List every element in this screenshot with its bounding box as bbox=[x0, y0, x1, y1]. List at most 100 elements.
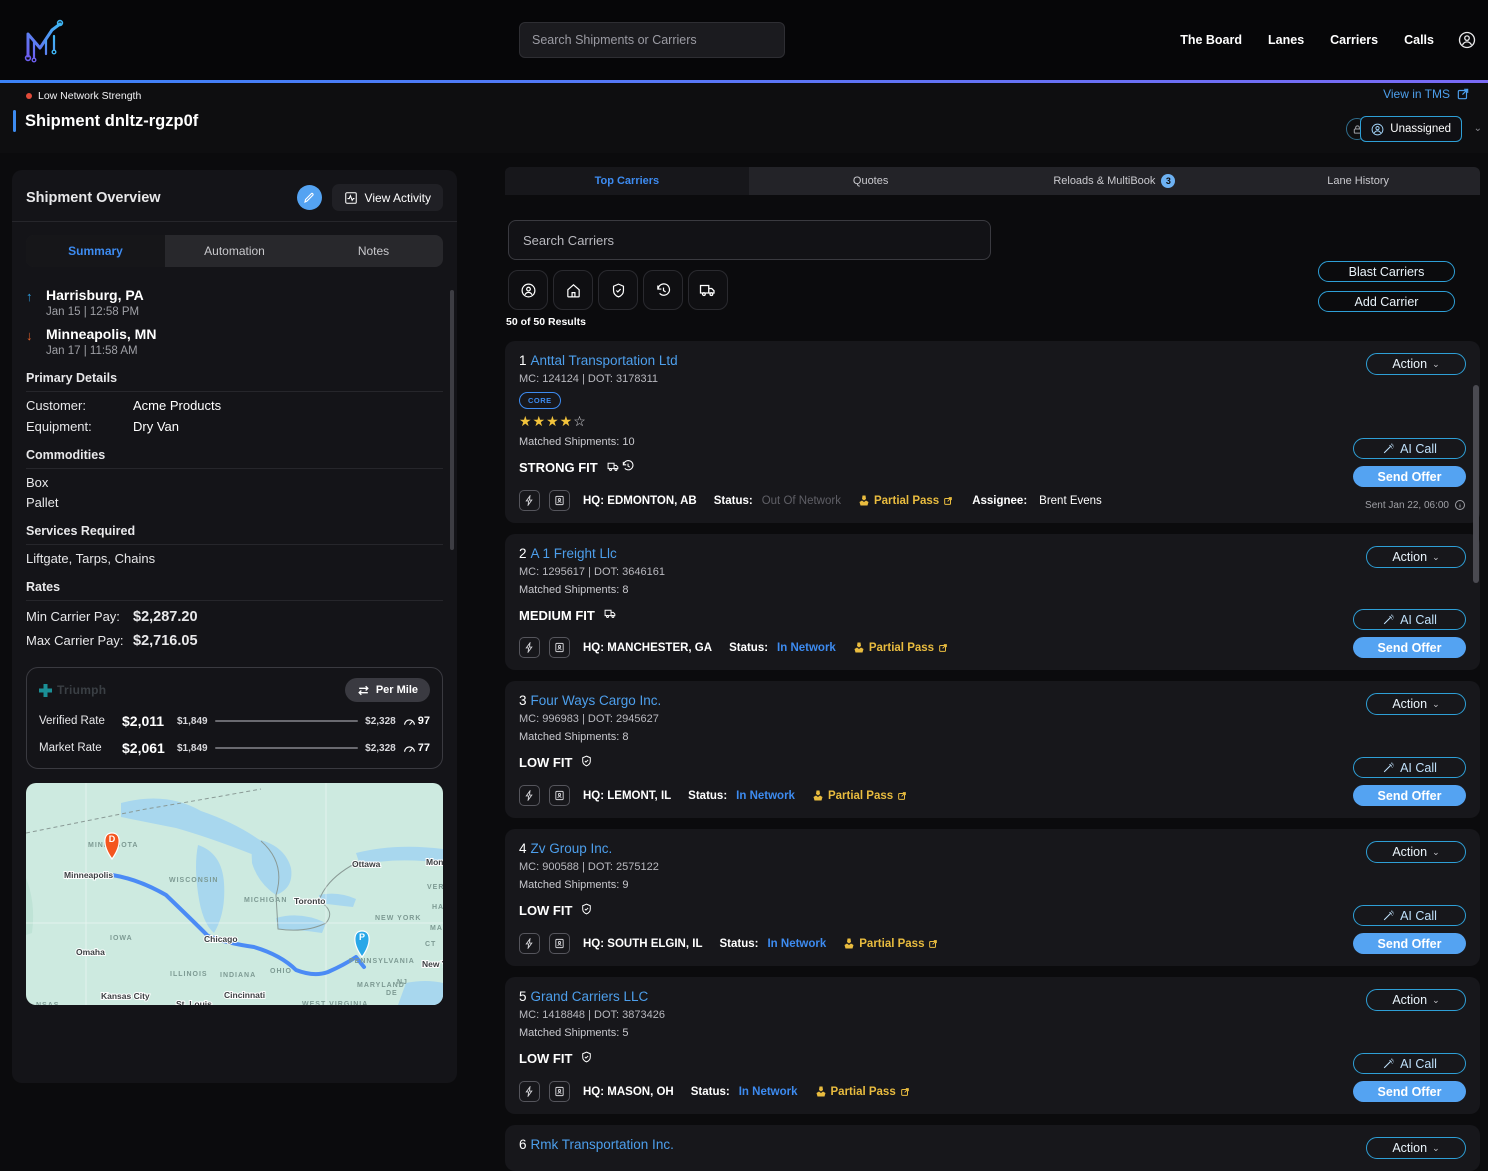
fit-label: LOW FIT bbox=[519, 1051, 572, 1066]
view-activity-button[interactable]: View Activity bbox=[332, 184, 443, 211]
highway-verification[interactable]: Partial Pass bbox=[812, 790, 907, 802]
nav-the-board[interactable]: The Board bbox=[1180, 33, 1242, 47]
per-mile-toggle[interactable]: Per Mile bbox=[345, 678, 430, 702]
highway-verification[interactable]: Partial Pass bbox=[815, 1086, 910, 1098]
equipment-row: Equipment: Dry Van bbox=[26, 419, 443, 434]
title-accent-bar bbox=[13, 110, 16, 132]
tab-notes[interactable]: Notes bbox=[304, 235, 443, 267]
carrier-name-link[interactable]: Zv Group Inc. bbox=[531, 841, 613, 856]
highway-verification[interactable]: Partial Pass bbox=[858, 495, 953, 507]
ai-call-button[interactable]: AI Call bbox=[1353, 609, 1466, 630]
ai-call-button[interactable]: AI Call bbox=[1353, 905, 1466, 926]
action-button[interactable]: Action⌄ bbox=[1366, 989, 1466, 1011]
profile-icon[interactable] bbox=[1458, 31, 1476, 49]
contact-card-icon[interactable] bbox=[549, 1081, 570, 1102]
shipment-header: Low Network Strength Shipment dnltz-rgzp… bbox=[0, 83, 1488, 153]
action-button[interactable]: Action⌄ bbox=[1366, 546, 1466, 568]
contact-card-icon[interactable] bbox=[549, 490, 570, 511]
main-scrollbar[interactable] bbox=[1473, 385, 1479, 583]
sent-timestamp: Sent Jan 22, 06:00 bbox=[1365, 500, 1449, 511]
bolt-icon[interactable] bbox=[519, 785, 540, 806]
carrier-name-link[interactable]: Four Ways Cargo Inc. bbox=[531, 693, 662, 708]
chevron-down-icon[interactable]: ⌄ bbox=[1474, 123, 1482, 134]
max-carrier-pay-row: Max Carrier Pay: $2,716.05 bbox=[26, 631, 443, 651]
carrier-search-input[interactable] bbox=[508, 220, 991, 260]
network-strength-alert: Low Network Strength bbox=[38, 90, 141, 102]
matched-shipments: Matched Shipments: 5 bbox=[519, 1027, 1353, 1039]
view-in-tms-link[interactable]: View in TMS bbox=[1383, 87, 1470, 101]
pickup-city: Harrisburg, PA bbox=[46, 287, 144, 303]
highway-icon bbox=[843, 938, 855, 949]
contact-card-icon[interactable] bbox=[549, 785, 570, 806]
carrier-hq: HQ: MASON, OH bbox=[583, 1086, 674, 1098]
pickup-time: Jan 15 | 12:58 PM bbox=[46, 306, 144, 318]
ai-call-button[interactable]: AI Call bbox=[1353, 1053, 1466, 1074]
nav-carriers[interactable]: Carriers bbox=[1330, 33, 1378, 47]
assignee-unassigned-button[interactable]: Unassigned bbox=[1360, 116, 1462, 142]
tab-automation[interactable]: Automation bbox=[165, 235, 304, 267]
tab-lane-history[interactable]: Lane History bbox=[1236, 167, 1480, 195]
assignee-value: Brent Evens bbox=[1039, 495, 1102, 507]
action-button[interactable]: Action⌄ bbox=[1366, 841, 1466, 863]
carrier-card: 1Anttal Transportation Ltd MC: 124124 | … bbox=[505, 341, 1480, 523]
tab-top-carriers[interactable]: Top Carriers bbox=[505, 167, 749, 195]
carrier-list: 1Anttal Transportation Ltd MC: 124124 | … bbox=[505, 341, 1480, 1171]
send-offer-button[interactable]: Send Offer bbox=[1353, 785, 1466, 806]
action-button[interactable]: Action⌄ bbox=[1366, 1137, 1466, 1159]
bolt-icon[interactable] bbox=[519, 490, 540, 511]
map-state-label: NEW YORK bbox=[375, 915, 421, 922]
edit-shipment-button[interactable] bbox=[297, 185, 322, 210]
tab-summary[interactable]: Summary bbox=[26, 235, 165, 267]
carrier-filter-row bbox=[508, 270, 728, 310]
route-map[interactable]: MINNESOTAWISCONSINMICHIGANIOWAILLINOISIN… bbox=[26, 783, 443, 1005]
commodity-item: Pallet bbox=[26, 495, 443, 510]
pencil-icon bbox=[303, 192, 315, 204]
magic-wand-icon bbox=[1382, 909, 1395, 922]
add-carrier-button[interactable]: Add Carrier bbox=[1318, 291, 1455, 312]
contact-card-icon[interactable] bbox=[549, 637, 570, 658]
tab-reloads-multibook[interactable]: Reloads & MultiBook 3 bbox=[993, 167, 1237, 195]
action-button[interactable]: Action⌄ bbox=[1366, 693, 1466, 715]
highway-verification[interactable]: Partial Pass bbox=[843, 938, 938, 950]
send-offer-button[interactable]: Send Offer bbox=[1353, 1081, 1466, 1102]
info-icon[interactable] bbox=[1454, 499, 1466, 511]
carrier-name-link[interactable]: A 1 Freight Llc bbox=[531, 546, 617, 561]
nav-calls[interactable]: Calls bbox=[1404, 33, 1434, 47]
ai-call-button[interactable]: AI Call bbox=[1353, 757, 1466, 778]
carrier-hq: HQ: LEMONT, IL bbox=[583, 790, 671, 802]
home-icon[interactable] bbox=[553, 270, 593, 310]
blast-carriers-button[interactable]: Blast Carriers bbox=[1318, 261, 1455, 282]
contact-card-icon[interactable] bbox=[549, 933, 570, 954]
alert-dot-icon bbox=[26, 93, 32, 99]
highway-verification[interactable]: Partial Pass bbox=[853, 642, 948, 654]
bolt-icon[interactable] bbox=[519, 1081, 540, 1102]
shield-check-icon bbox=[580, 1050, 593, 1064]
sidebar-scrollbar[interactable] bbox=[450, 290, 454, 550]
status-value: In Network bbox=[777, 642, 836, 654]
shield-check-icon bbox=[580, 902, 593, 916]
carrier-name-link[interactable]: Rmk Transportation Inc. bbox=[531, 1137, 674, 1152]
send-offer-button[interactable]: Send Offer bbox=[1353, 637, 1466, 658]
action-button[interactable]: Action⌄ bbox=[1366, 353, 1466, 375]
carrier-name-link[interactable]: Anttal Transportation Ltd bbox=[531, 353, 678, 368]
pickup-arrow-icon: ↑ bbox=[26, 287, 36, 318]
carrier-name-link[interactable]: Grand Carriers LLC bbox=[531, 989, 649, 1004]
send-offer-button[interactable]: Send Offer bbox=[1353, 466, 1466, 487]
truck-icon[interactable] bbox=[688, 270, 728, 310]
global-search-input[interactable] bbox=[519, 22, 785, 58]
triumph-logo-icon bbox=[39, 684, 52, 697]
history-icon[interactable] bbox=[643, 270, 683, 310]
carrier-rank: 3 bbox=[519, 693, 527, 708]
map-state-label: NJ bbox=[397, 979, 408, 986]
send-offer-button[interactable]: Send Offer bbox=[1353, 933, 1466, 954]
map-city-label: Kansas City bbox=[101, 991, 150, 1001]
tab-quotes[interactable]: Quotes bbox=[749, 167, 993, 195]
dropoff-time: Jan 17 | 11:58 AM bbox=[46, 345, 156, 357]
shield-check-icon[interactable] bbox=[598, 270, 638, 310]
bolt-icon[interactable] bbox=[519, 933, 540, 954]
ai-call-button[interactable]: AI Call bbox=[1353, 438, 1466, 459]
bolt-icon[interactable] bbox=[519, 637, 540, 658]
person-circle-icon[interactable] bbox=[508, 270, 548, 310]
nav-lanes[interactable]: Lanes bbox=[1268, 33, 1304, 47]
services-heading: Services Required bbox=[26, 524, 443, 545]
